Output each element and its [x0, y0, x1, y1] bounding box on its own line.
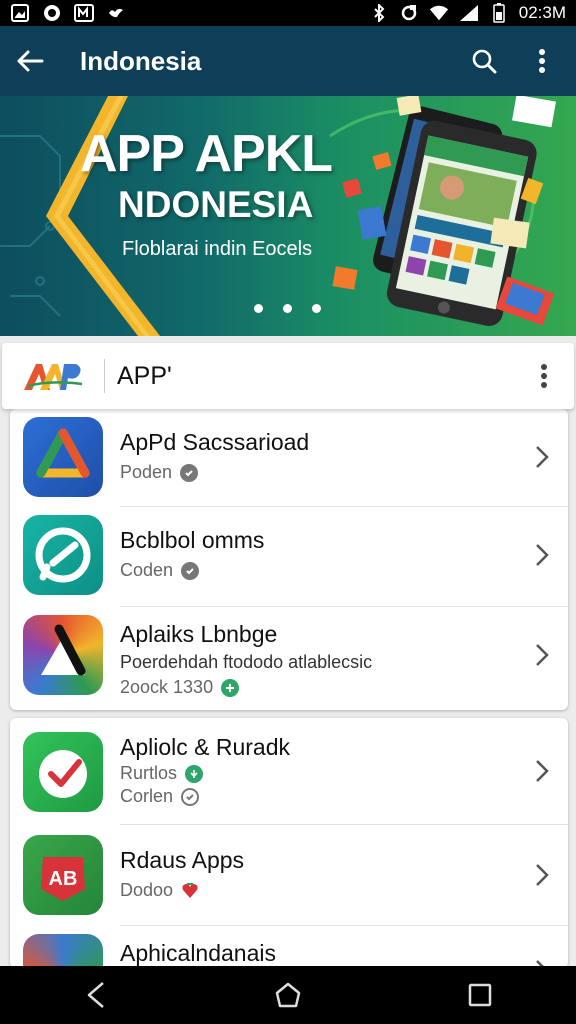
check-app-icon [23, 732, 103, 812]
m-app-icon [74, 4, 94, 22]
nav-recents-icon [468, 983, 492, 1007]
list-item[interactable]: Aplaiks Lbnbge Poerdehdah ftododo atlabl… [10, 607, 568, 710]
record-icon [42, 4, 62, 22]
nav-back-button[interactable] [66, 970, 126, 1020]
app-stats-label: 2oock 1330 [120, 677, 214, 697]
check-circle-icon [180, 463, 199, 482]
pager-dot[interactable] [283, 304, 292, 313]
wifi-icon [429, 4, 449, 22]
banner-title: APP APKL [80, 125, 333, 183]
app-developer-label: Corlen [120, 786, 174, 806]
search-button[interactable] [462, 39, 506, 83]
app-category: Rurtlos [120, 763, 290, 784]
header-divider [104, 359, 105, 393]
status-bar: 02:3M [0, 0, 576, 26]
more-vert-icon [539, 49, 545, 73]
signal-icon [459, 4, 479, 22]
section-title: APP' [117, 361, 172, 390]
app-developer-label: Coden [120, 560, 174, 580]
verified-icon [221, 678, 240, 697]
list-item-text: ApPd Sacssarioad Poden [120, 429, 309, 483]
list-item[interactable]: AB Rdaus Apps Dodoo [10, 825, 568, 925]
verified-icon [185, 764, 204, 783]
banner-subtitle: NDONESIA [118, 184, 314, 225]
app-name: Apliolc & Ruradk [120, 734, 291, 760]
back-button[interactable] [0, 26, 60, 96]
more-vert-icon [541, 364, 547, 388]
sync-icon [399, 4, 419, 22]
heart-icon [181, 882, 199, 900]
chevron-right-icon [530, 860, 554, 890]
gallery-icon [10, 4, 30, 22]
nav-recents-button[interactable] [450, 970, 510, 1020]
app-developer: Dodoo [120, 880, 244, 901]
nav-home-icon [275, 982, 301, 1008]
section-header: APP' [2, 343, 574, 409]
app-bar: Indonesia [0, 26, 576, 96]
arrow-left-icon [17, 50, 44, 72]
promo-banner[interactable]: APP APKL NDONESIA Floblarai indin Eocels [0, 96, 576, 336]
section-menu-button[interactable] [520, 352, 568, 400]
app-developer: Coden [120, 560, 264, 581]
banner-pager[interactable] [254, 304, 321, 313]
pager-dot[interactable] [254, 304, 263, 313]
nav-home-button[interactable] [258, 970, 318, 1020]
search-icon [472, 49, 497, 74]
list-item-text: Rdaus Apps Dodoo [120, 847, 244, 901]
app-name: Aplaiks Lbnbge [120, 621, 278, 647]
list-item-text: Bcblbol omms Coden [120, 527, 264, 581]
chat-app-icon [23, 515, 103, 595]
battery-icon [489, 3, 509, 23]
chevron-right-icon [530, 442, 554, 472]
status-left-icons [10, 4, 126, 22]
app-bar-actions [462, 39, 576, 83]
app-logo-icon [24, 364, 83, 390]
overflow-menu-button[interactable] [520, 39, 564, 83]
nav-back-icon [87, 982, 104, 1008]
list-item[interactable]: Apliolc & Ruradk Rurtlos Corlen [10, 718, 568, 824]
app-name: Aphicalndanais [120, 940, 277, 966]
app-name: Rdaus Apps [120, 847, 245, 873]
prism-app-icon [23, 615, 103, 695]
list-item[interactable]: Bcblbol omms Coden [10, 507, 568, 605]
svg-text:AB: AB [49, 868, 78, 890]
check-circle-icon [181, 561, 200, 580]
chevron-right-icon [530, 640, 554, 670]
bluetooth-icon [369, 4, 389, 22]
app-list-card: Apliolc & Ruradk Rurtlos Corlen AB Rdaus… [10, 718, 568, 968]
list-item[interactable]: ApPd Sacssarioad Poden [10, 409, 568, 505]
app-developer: Poden [120, 462, 309, 483]
app-description: Poerdehdah ftododo atlablecsic [120, 652, 373, 672]
status-time: 02:3M [518, 3, 566, 22]
page-title: Indonesia [80, 45, 202, 76]
system-nav-bar [0, 966, 576, 1024]
ab-app-icon: AB [23, 835, 103, 915]
check-circle-icon [181, 787, 200, 806]
app-developer: Corlen [120, 786, 290, 807]
list-item-text: Aplaiks Lbnbge Poerdehdah ftododo atlabl… [120, 621, 372, 698]
app-name: Bcblbol omms [120, 527, 265, 553]
app-stats: 2oock 1330 [120, 677, 372, 698]
chevron-right-icon [530, 756, 554, 786]
bird-icon [106, 4, 126, 22]
banner-tagline: Floblarai indin Eocels [122, 238, 313, 260]
status-right-icons: 02:3M [369, 3, 566, 23]
list-item-text: Apliolc & Ruradk Rurtlos Corlen [120, 734, 290, 807]
app-list-card: ApPd Sacssarioad Poden Bcblbol omms Code… [10, 409, 568, 710]
colorful-app-icon [23, 934, 103, 968]
app-name: ApPd Sacssarioad [120, 429, 310, 455]
drive-app-icon [23, 417, 103, 497]
app-category-label: Rurtlos [120, 763, 178, 783]
app-developer-label: Dodoo [120, 880, 174, 900]
list-item[interactable]: Aphicalndanais [10, 926, 568, 968]
app-developer-label: Poden [120, 462, 173, 482]
chevron-right-icon [530, 540, 554, 570]
pager-dot[interactable] [312, 304, 321, 313]
list-item-text: Aphicalndanais [120, 940, 276, 967]
